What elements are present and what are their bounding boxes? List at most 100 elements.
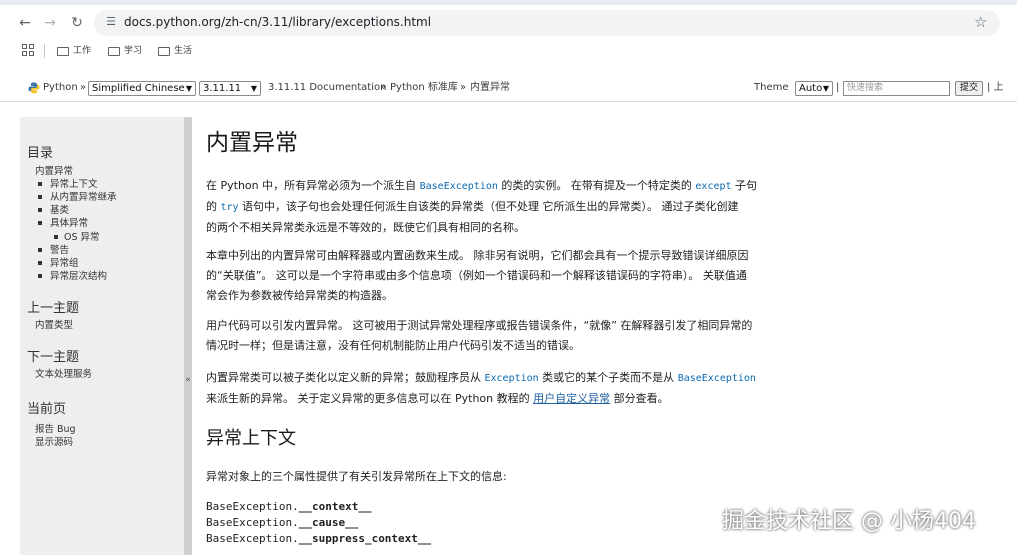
back-arrow-icon[interactable]: ← bbox=[16, 14, 34, 32]
version-select[interactable]: 3.11.11 ▼ bbox=[199, 81, 261, 96]
apps-grid-icon[interactable] bbox=[22, 44, 34, 56]
toc-sublink[interactable]: OS 异常 bbox=[64, 232, 100, 244]
page-title: 内置异常 bbox=[206, 130, 298, 156]
prev-topic-heading: 上一主题 bbox=[27, 301, 80, 316]
bullet bbox=[38, 195, 42, 199]
attr-prefix: BaseException. bbox=[206, 500, 299, 513]
subclass-paragraph: 内置异常类可以被子类化以定义新的异常；鼓励程序员从 Exception 类或它的… bbox=[206, 368, 806, 409]
text-run: 在 Python 中，所有异常必须为一个派生自 bbox=[206, 179, 420, 192]
intro-paragraph: 在 Python 中，所有异常必须为一个派生自 BaseException 的类… bbox=[206, 176, 806, 238]
breadcrumb-docs-link[interactable]: 3.11.11 Documentation bbox=[268, 82, 386, 94]
exception-link[interactable]: Exception bbox=[485, 373, 539, 384]
text-run: 的类的实例。 在带有提及一个特定类的 bbox=[497, 179, 696, 192]
sidebar bbox=[20, 117, 184, 555]
prev-topic-link[interactable]: 内置类型 bbox=[35, 320, 73, 332]
bullet bbox=[38, 208, 42, 212]
attr-signature: BaseException.__context__ bbox=[206, 500, 372, 514]
try-link[interactable]: try bbox=[221, 202, 239, 213]
sidebar-collapse-bar[interactable] bbox=[184, 117, 192, 555]
bookmark-label: 学习 bbox=[124, 46, 143, 56]
bookmark-folder-study[interactable]: 学习 bbox=[108, 42, 142, 60]
context-paragraph: 异常对象上的三个属性提供了有关引发异常所在上下文的信息: bbox=[206, 470, 507, 483]
breadcrumb-sep: » bbox=[380, 82, 387, 93]
search-submit-button[interactable]: 提交 bbox=[955, 81, 983, 96]
attr-prefix: BaseException. bbox=[206, 516, 299, 529]
text-line: 用户代码可以引发内置异常。 这可被用于测试异常处理程序或报告错误条件，“就像” … bbox=[206, 319, 753, 332]
language-select-value: Simplified Chinese bbox=[92, 83, 185, 94]
text-run: 内置异常类可以被子类化以定义新的异常；鼓励程序员从 bbox=[206, 371, 485, 384]
page-root: ← → ↻ ☰ docs.python.org/zh-cn/3.11/libra… bbox=[0, 0, 1017, 555]
section-heading: 异常上下文 bbox=[206, 428, 296, 449]
breadcrumb-sep: » bbox=[80, 82, 87, 93]
watermark: 掘金技术社区 @ 小杨404 bbox=[722, 509, 976, 534]
toc-link[interactable]: 异常上下文 bbox=[50, 179, 98, 191]
python-home-link[interactable]: Python bbox=[43, 82, 78, 94]
baseexception-link[interactable]: BaseException bbox=[420, 181, 498, 192]
attr-name: __suppress_context__ bbox=[298, 532, 432, 545]
breadcrumb-library-link[interactable]: Python 标准库 bbox=[390, 82, 458, 94]
toc-link[interactable]: 异常组 bbox=[50, 258, 79, 270]
report-bug-link[interactable]: 报告 Bug bbox=[35, 424, 76, 436]
theme-select-value: Auto bbox=[799, 83, 823, 94]
text-line: 情况时一样；但是请注意，没有任何机制能防止用户代码引发不适当的错误。 bbox=[206, 339, 580, 352]
text-run: 的两个不相关异常类永远是不等效的，既使它们具有相同的名称。 bbox=[206, 221, 525, 234]
attr-signature: BaseException.__suppress_context__ bbox=[206, 532, 431, 546]
breadcrumb-current: 内置异常 bbox=[470, 82, 510, 93]
baseexception-link[interactable]: BaseException bbox=[678, 373, 756, 384]
bullet bbox=[38, 261, 42, 265]
text-run: 类或它的某个子类而不是从 bbox=[538, 371, 678, 384]
tab-strip bbox=[0, 0, 1017, 5]
python-logo-icon bbox=[28, 82, 40, 94]
quick-search-input[interactable]: 快速搜索 bbox=[843, 81, 950, 96]
bookmark-folder-life[interactable]: 生活 bbox=[158, 42, 192, 60]
url-text[interactable]: docs.python.org/zh-cn/3.11/library/excep… bbox=[124, 15, 431, 30]
reload-icon[interactable]: ↻ bbox=[68, 14, 86, 32]
user-code-paragraph: 用户代码可以引发内置异常。 这可被用于测试异常处理程序或报告错误条件，“就像” … bbox=[206, 316, 806, 356]
bookmarks-bar: 工作 学习 生活 bbox=[0, 40, 1017, 62]
browser-chrome: ← → ↻ ☰ docs.python.org/zh-cn/3.11/libra… bbox=[0, 0, 1017, 66]
text-run: 的 bbox=[206, 200, 221, 213]
version-select-value: 3.11.11 bbox=[203, 83, 242, 94]
show-source-link[interactable]: 显示源码 bbox=[35, 437, 73, 449]
except-link[interactable]: except bbox=[695, 181, 731, 192]
prev-page-link[interactable]: | 上 bbox=[987, 82, 1004, 94]
attr-name: __context__ bbox=[298, 500, 372, 513]
attr-prefix: BaseException. bbox=[206, 532, 299, 545]
toc-link[interactable]: 异常层次结构 bbox=[50, 271, 107, 283]
text-run: 语句中，该子句也会处理任何派生自该类的异常类（但不处理 它所派生出的异常类）。 … bbox=[238, 200, 739, 213]
language-select[interactable]: Simplified Chinese ▼ bbox=[88, 81, 196, 96]
toc-link[interactable]: 从内置异常继承 bbox=[50, 192, 117, 204]
next-topic-heading: 下一主题 bbox=[27, 350, 80, 365]
bullet bbox=[54, 235, 58, 239]
theme-select[interactable]: Auto ▼ bbox=[795, 81, 833, 96]
theme-label: Theme bbox=[754, 82, 789, 93]
text-run: 子句 bbox=[731, 179, 758, 192]
related-bar: Python » Simplified Chinese ▼ 3.11.11 ▼ 3.… bbox=[0, 74, 1017, 102]
site-info-icon[interactable]: ☰ bbox=[104, 15, 118, 29]
toc-link[interactable]: 具体异常 bbox=[50, 218, 88, 230]
chevron-down-icon: ▼ bbox=[822, 84, 829, 93]
folder-icon bbox=[57, 46, 69, 56]
toc-heading: 目录 bbox=[27, 146, 54, 161]
this-page-heading: 当前页 bbox=[27, 402, 67, 417]
bookmark-label: 生活 bbox=[174, 46, 193, 56]
bookmarks-divider bbox=[44, 44, 45, 58]
chevron-down-icon: ▼ bbox=[185, 84, 192, 93]
user-exceptions-link[interactable]: 用户自定义异常 bbox=[533, 392, 610, 405]
attr-signature: BaseException.__cause__ bbox=[206, 516, 358, 530]
bullet bbox=[38, 182, 42, 186]
chevron-down-icon: ▼ bbox=[250, 84, 257, 93]
divider-bar: | bbox=[836, 82, 840, 93]
bullet bbox=[38, 221, 42, 225]
text-line: 常会作为参数被传给异常类的构造器。 bbox=[206, 289, 393, 302]
bookmark-folder-work[interactable]: 工作 bbox=[57, 42, 91, 60]
bookmark-star-icon[interactable]: ☆ bbox=[974, 13, 987, 31]
text-run: 部分查看。 bbox=[610, 392, 669, 405]
toc-link-root[interactable]: 内置异常 bbox=[35, 166, 73, 178]
toc-link[interactable]: 基类 bbox=[50, 205, 69, 217]
toc-link[interactable]: 警告 bbox=[50, 245, 69, 257]
next-topic-link[interactable]: 文本处理服务 bbox=[35, 369, 92, 381]
forward-arrow-icon[interactable]: → bbox=[41, 14, 59, 32]
collapse-chevron-icon[interactable]: « bbox=[184, 375, 192, 385]
folder-icon bbox=[108, 46, 120, 56]
